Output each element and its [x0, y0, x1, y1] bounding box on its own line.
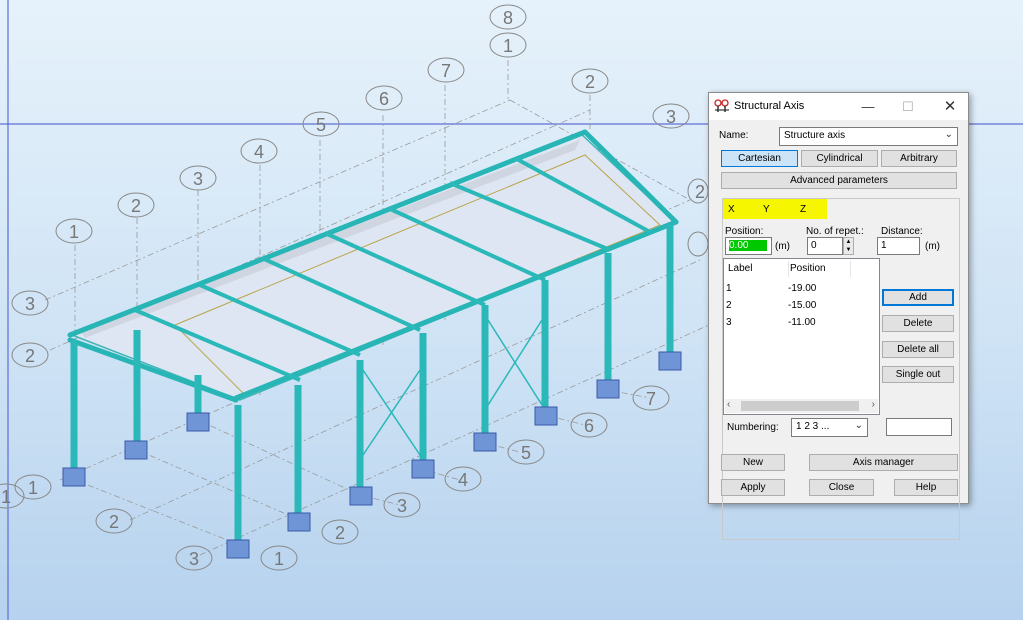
chevron-down-icon: ⌄ — [854, 420, 863, 431]
axis-tabs-highlight — [723, 199, 827, 219]
axis-label: 4 — [254, 142, 264, 162]
axis-label: 1 — [274, 549, 284, 569]
name-label: Name: — [719, 130, 749, 141]
single-out-button[interactable]: Single out — [882, 366, 954, 383]
axis-label: 7 — [441, 61, 451, 81]
delete-button[interactable]: Delete — [882, 315, 954, 332]
distance-input[interactable]: 1 — [877, 237, 920, 255]
distance-label: Distance: — [881, 226, 923, 237]
maximize-icon[interactable]: ☐ — [893, 93, 923, 120]
axis-label: 3 — [189, 549, 199, 569]
axis-label: 2 — [131, 196, 141, 216]
row-position: -11.00 — [788, 317, 816, 328]
tab-cartesian[interactable]: Cartesian — [721, 150, 798, 167]
position-unit: (m) — [775, 241, 790, 252]
list-row[interactable]: 1 -19.00 — [724, 281, 879, 298]
tab-z[interactable]: Z — [797, 201, 806, 219]
numbering-value: 1 2 3 ... — [796, 421, 830, 432]
axis-label: 3 — [397, 496, 407, 516]
row-position: -19.00 — [788, 283, 817, 294]
dialog-titlebar[interactable]: Structural Axis — ☐ ✕ — [709, 93, 968, 120]
column-header-position[interactable]: Position — [790, 261, 851, 277]
tab-y[interactable]: Y — [760, 201, 770, 219]
axis-label: 1 — [1, 487, 11, 507]
axis-label: 3 — [25, 294, 35, 314]
axis-label: 1 — [28, 478, 38, 498]
name-combo[interactable]: Structure axis ⌄ — [779, 127, 958, 146]
repetitions-input[interactable]: 0 — [807, 237, 843, 255]
dialog-title: Structural Axis — [734, 100, 805, 112]
add-button[interactable]: Add — [882, 289, 954, 306]
repetitions-value: 0 — [811, 240, 817, 251]
numbering-label: Numbering: — [727, 422, 779, 433]
axis-label: 2 — [25, 346, 35, 366]
numbering-custom-input[interactable] — [886, 418, 952, 436]
distance-unit: (m) — [925, 241, 940, 252]
axis-manager-button[interactable]: Axis manager — [809, 454, 958, 471]
distance-value: 1 — [881, 240, 887, 251]
numbering-combo[interactable]: 1 2 3 ... ⌄ — [791, 418, 868, 437]
axis-label: 3 — [193, 169, 203, 189]
scrollbar-thumb[interactable] — [741, 401, 859, 411]
scroll-right-icon[interactable]: › — [872, 399, 875, 410]
axis-list[interactable]: Label Position 1 -19.00 2 -15.00 3 -11.0… — [723, 258, 880, 415]
structural-axis-app-icon — [714, 99, 729, 112]
minimize-icon[interactable]: — — [853, 93, 883, 120]
repetitions-stepper[interactable]: ▲ ▼ — [843, 237, 854, 255]
delete-all-button[interactable]: Delete all — [882, 341, 954, 358]
row-position: -15.00 — [788, 300, 817, 311]
axis-label: 7 — [646, 389, 656, 409]
column-header-label[interactable]: Label — [728, 261, 789, 277]
scroll-left-icon[interactable]: ‹ — [727, 399, 730, 410]
list-row[interactable]: 3 -11.00 — [724, 315, 879, 332]
axis-label: 2 — [695, 182, 705, 202]
row-label: 2 — [726, 300, 732, 311]
axis-label: 5 — [521, 443, 531, 463]
close-button[interactable]: Close — [809, 479, 874, 496]
repetitions-label: No. of repet.: — [806, 226, 864, 237]
tab-x[interactable]: X — [725, 201, 735, 219]
axis-label: 8 — [503, 8, 513, 28]
tab-arbitrary[interactable]: Arbitrary — [881, 150, 957, 167]
position-input[interactable]: 0.00 — [725, 237, 772, 255]
axis-label: 6 — [584, 416, 594, 436]
structural-axis-dialog: Structural Axis — ☐ ✕ Name: Structure ax… — [708, 92, 969, 540]
horizontal-scrollbar[interactable]: ‹ › — [725, 399, 878, 413]
row-label: 1 — [726, 283, 732, 294]
axis-label: 2 — [585, 72, 595, 92]
list-row[interactable]: 2 -15.00 — [724, 298, 879, 315]
row-label: 3 — [726, 317, 732, 328]
new-button[interactable]: New — [721, 454, 785, 471]
axis-label: 1 — [503, 36, 513, 56]
close-icon[interactable]: ✕ — [935, 93, 965, 120]
axis-label: 6 — [379, 89, 389, 109]
chevron-down-icon: ⌄ — [944, 129, 953, 140]
help-button[interactable]: Help — [894, 479, 958, 496]
axis-label: 5 — [316, 115, 326, 135]
axis-label: 2 — [109, 512, 119, 532]
axis-label: 1 — [69, 222, 79, 242]
position-value: 0.00 — [729, 240, 767, 251]
advanced-parameters-button[interactable]: Advanced parameters — [721, 172, 957, 189]
apply-button[interactable]: Apply — [721, 479, 785, 496]
tab-cylindrical[interactable]: Cylindrical — [801, 150, 878, 167]
name-value: Structure axis — [784, 130, 846, 141]
axis-label: 4 — [458, 470, 468, 490]
axis-label: 3 — [666, 107, 676, 127]
axis-label: 2 — [335, 523, 345, 543]
position-label: Position: — [725, 226, 764, 237]
